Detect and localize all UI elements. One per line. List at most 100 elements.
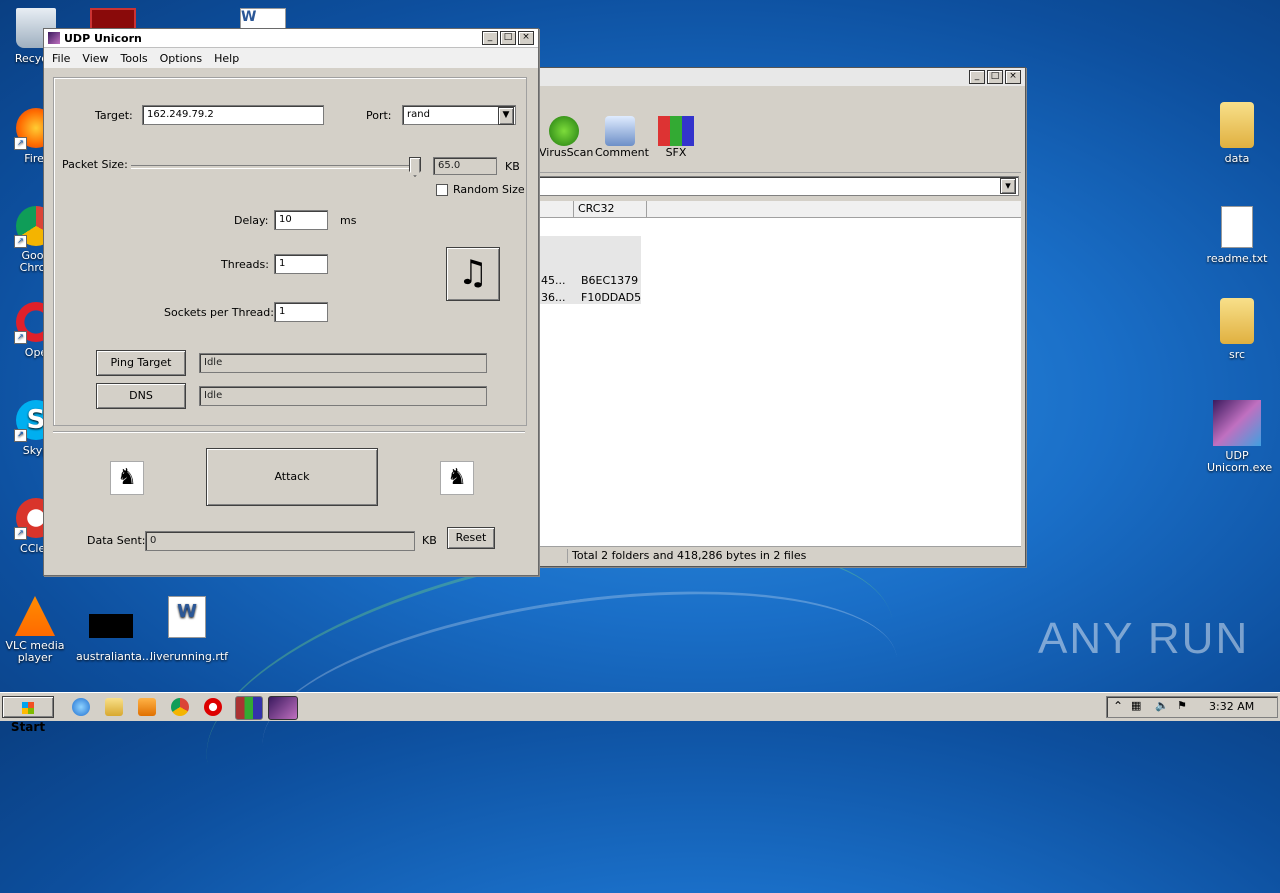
row-crc: F10DDAD5 (581, 291, 642, 304)
column-header-crc32[interactable]: CRC32 (573, 201, 647, 217)
clock[interactable]: 3:32 AM (1209, 700, 1254, 713)
data-sent-unit: KB (422, 534, 437, 547)
sockets-input[interactable]: 1 (274, 302, 328, 322)
desktop-icon-label: readme.txt (1206, 252, 1268, 265)
desktop-icon-udp-unicorn[interactable]: UDP Unicorn.exe (1202, 400, 1272, 474)
virusscan-icon (549, 116, 579, 146)
menubar: File View Tools Options Help (44, 48, 538, 68)
text-file-icon (1221, 206, 1253, 248)
chevron-down-icon[interactable]: ▾ (1000, 178, 1016, 194)
anyrun-watermark: ANY RUN (1038, 614, 1250, 663)
network-icon[interactable]: ▦ (1131, 699, 1141, 712)
folder-icon (1220, 298, 1254, 344)
toolbar-label: Comment (595, 146, 649, 159)
menu-view[interactable]: View (76, 52, 114, 65)
delay-label: Delay: (234, 214, 269, 227)
dns-status-field: Idle (199, 386, 487, 406)
menu-help[interactable]: Help (208, 52, 245, 65)
opera-icon[interactable] (204, 698, 222, 716)
desktop-icon-vlc[interactable]: VLC media player (0, 596, 70, 664)
toolbar-sfx-button[interactable]: SFX (651, 116, 701, 159)
ie-icon[interactable] (72, 698, 90, 716)
maximize-button[interactable]: □ (500, 31, 516, 45)
chevron-down-icon[interactable]: ▼ (498, 107, 514, 125)
list-item[interactable]: 36... F10DDAD5 (541, 291, 641, 304)
udp-unicorn-titlebar: UDP Unicorn _ □ × (44, 29, 538, 48)
winrar-icon[interactable] (235, 696, 263, 720)
desktop-icon-src-folder[interactable]: src (1202, 298, 1272, 361)
unicorn-icon[interactable] (268, 696, 298, 720)
desktop-icon-data-folder[interactable]: data (1202, 102, 1272, 165)
dns-button[interactable]: DNS (96, 383, 186, 409)
port-value: rand (407, 109, 430, 120)
winrar-path-combobox[interactable]: ▾ (537, 176, 1019, 196)
black-file-icon (89, 614, 133, 638)
desktop-icon-label: liverunning.rtf (150, 650, 229, 663)
desktop-icon-label: australianta... (76, 650, 153, 663)
target-input[interactable]: 162.249.79.2 (142, 105, 324, 125)
packet-size-unit: KB (505, 160, 520, 173)
start-button[interactable]: Start (2, 696, 54, 734)
winrar-file-list: 45... B6EC1379 36... F10DDAD5 (537, 218, 1021, 546)
port-label: Port: (366, 109, 392, 122)
list-item[interactable]: 45... B6EC1379 (541, 274, 638, 287)
chrome-icon[interactable] (171, 698, 189, 716)
packet-size-label: Packet Size: (62, 158, 128, 171)
toolbar-label: SFX (665, 146, 687, 159)
udp-unicorn-window: UDP Unicorn _ □ × File View Tools Option… (43, 28, 539, 576)
menu-file[interactable]: File (46, 52, 76, 65)
menu-options[interactable]: Options (154, 52, 208, 65)
threads-input[interactable]: 1 (274, 254, 328, 274)
start-label: Start (10, 720, 46, 734)
row-size: 36... (541, 291, 566, 304)
desktop-icon-label: VLC media player (5, 639, 65, 664)
close-button[interactable]: × (518, 31, 534, 45)
folder-icon (1220, 102, 1254, 148)
explorer-icon[interactable] (105, 698, 123, 716)
packet-size-slider[interactable] (131, 165, 419, 169)
ping-target-button[interactable]: Ping Target (96, 350, 186, 376)
music-note-button[interactable]: ♫ (446, 247, 500, 301)
winrar-list-header: CRC32 (537, 201, 1021, 218)
volume-icon[interactable]: 🔈 (1155, 699, 1169, 712)
winrar-titlebar: _ □ × (537, 68, 1025, 86)
random-size-label: Random Size (453, 183, 525, 196)
desktop-icon-readme[interactable]: readme.txt (1202, 206, 1272, 265)
row-crc: B6EC1379 (581, 274, 639, 287)
delay-input[interactable]: 10 (274, 210, 328, 230)
desktop-icon-australianta[interactable]: australianta... (76, 604, 153, 663)
port-select[interactable]: rand ▼ (402, 105, 516, 125)
toolbar-label: VirusScan (539, 146, 594, 159)
desktop-icon-label: UDP Unicorn.exe (1207, 449, 1273, 474)
close-button[interactable]: × (1005, 70, 1021, 84)
minimize-button[interactable]: _ (482, 31, 498, 45)
window-title: UDP Unicorn (64, 31, 142, 45)
status-text: Total 2 folders and 418,286 bytes in 2 f… (567, 549, 806, 563)
reset-button[interactable]: Reset (447, 527, 495, 549)
maximize-button[interactable]: □ (987, 70, 1003, 84)
unicorn-logo-right-icon: ♞ (440, 461, 474, 495)
unicorn-logo-left-icon: ♞ (110, 461, 144, 495)
random-size-checkbox[interactable] (436, 184, 448, 196)
ping-status-field: Idle (199, 353, 487, 373)
sfx-icon (658, 116, 694, 146)
media-player-icon[interactable] (138, 698, 156, 716)
winrar-window: _ □ × VirusScan Comment SFX ▾ CRC32 45..… (536, 67, 1026, 567)
attack-button[interactable]: Attack (206, 448, 378, 506)
packet-size-readout: 65.0 (433, 157, 497, 175)
toolbar-comment-button[interactable]: Comment (595, 116, 649, 159)
desktop-icon-liverunning[interactable]: W liverunning.rtf (150, 596, 229, 663)
data-sent-field: 0 (145, 531, 415, 551)
flag-icon[interactable]: ⚑ (1177, 699, 1187, 712)
word-doc-icon: W (168, 596, 206, 638)
winrar-statusbar: Total 2 folders and 418,286 bytes in 2 f… (537, 546, 1021, 565)
minimize-button[interactable]: _ (969, 70, 985, 84)
chevron-up-icon[interactable]: ⌃ (1113, 699, 1123, 713)
taskbar: Start ⌃ ▦ 🔈 ⚑ 3:32 AM (0, 692, 1280, 734)
menu-tools[interactable]: Tools (115, 52, 154, 65)
desktop-icon-label: data (1224, 152, 1250, 165)
data-sent-label: Data Sent: (87, 534, 146, 547)
app-icon (48, 32, 60, 44)
sockets-label: Sockets per Thread: (164, 306, 274, 319)
toolbar-virusscan-button[interactable]: VirusScan (539, 116, 594, 159)
